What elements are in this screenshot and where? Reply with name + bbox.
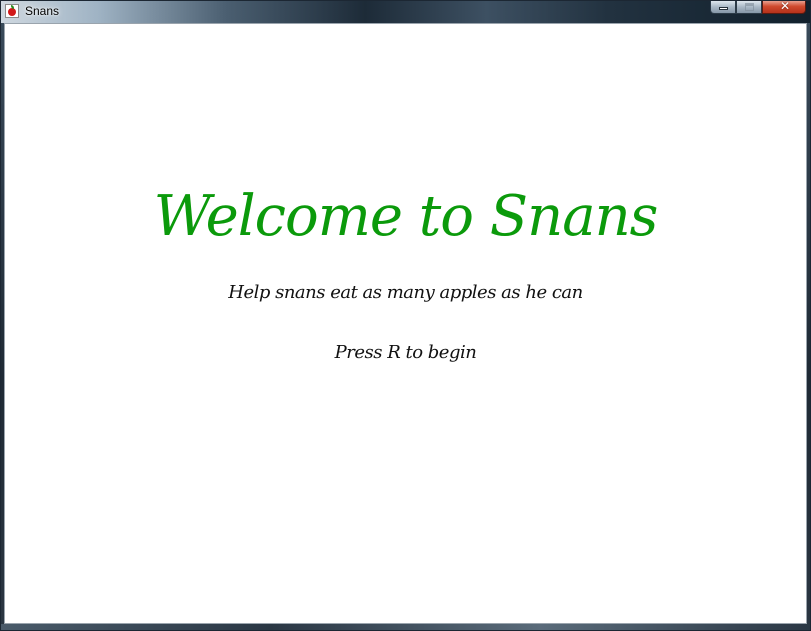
close-button[interactable]: ✕ (762, 0, 806, 14)
game-canvas[interactable]: Welcome to Snans Help snans eat as many … (4, 23, 807, 624)
maximize-button[interactable] (736, 1, 762, 14)
apple-leaf (11, 5, 14, 9)
apple-shape (8, 8, 16, 16)
window-title: Snans (25, 4, 60, 18)
apple-icon[interactable] (5, 4, 19, 18)
game-description: Help snans eat as many apples as he can (228, 282, 583, 303)
minimize-button[interactable] (710, 1, 736, 14)
start-prompt: Press R to begin (334, 342, 477, 363)
minimize-icon (719, 7, 728, 10)
close-icon: ✕ (779, 0, 791, 13)
window-controls: ✕ (710, 0, 806, 15)
window-frame-bottom (1, 624, 810, 630)
game-window: Snans ✕ Welcome to Snans Help snans eat … (0, 0, 811, 631)
title-bar[interactable]: Snans ✕ (1, 0, 810, 23)
welcome-heading: Welcome to Snans (153, 184, 659, 249)
maximize-icon (745, 3, 754, 11)
